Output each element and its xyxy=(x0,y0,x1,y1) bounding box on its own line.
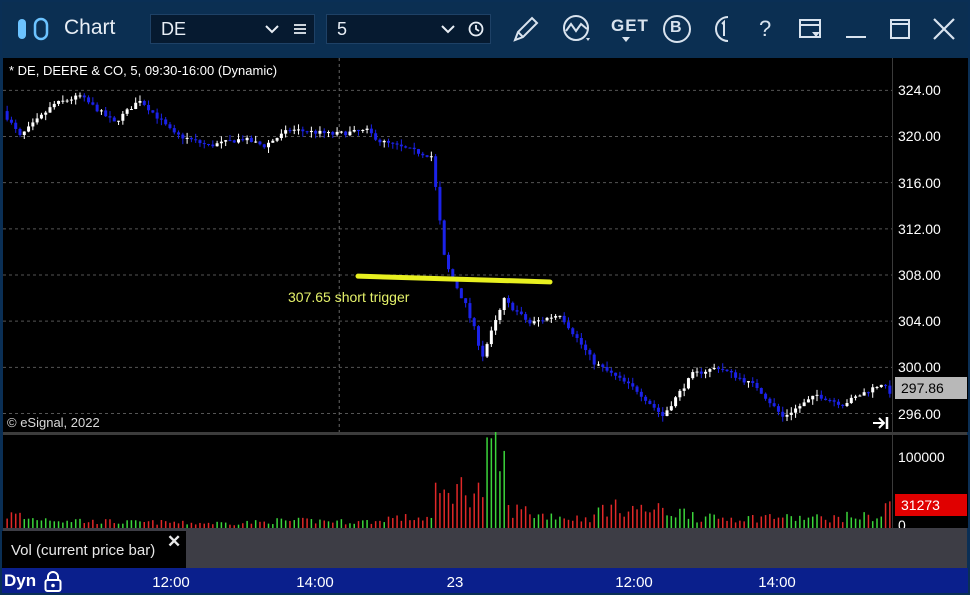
price-tick: 296.00 xyxy=(898,405,941,422)
chevron-down-icon[interactable] xyxy=(439,20,457,38)
annotation-label[interactable]: 307.65 short trigger xyxy=(288,289,409,305)
chevron-down-icon xyxy=(622,37,630,42)
price-tick: 316.00 xyxy=(898,174,941,191)
get-label: GET xyxy=(611,16,649,35)
clock-icon[interactable] xyxy=(467,20,485,38)
get-button[interactable]: GET xyxy=(608,12,648,46)
interval-input[interactable]: 5 xyxy=(337,19,347,40)
time-tick: 14:00 xyxy=(296,574,334,591)
b-label: B xyxy=(670,19,682,36)
scroll-to-end-icon[interactable] xyxy=(872,415,890,431)
list-icon[interactable] xyxy=(291,20,309,38)
chart-app-icon xyxy=(18,17,49,41)
app-title: Chart xyxy=(64,16,116,39)
chevron-down-icon[interactable] xyxy=(263,20,281,38)
b-button[interactable]: B xyxy=(661,12,693,46)
interval-combo[interactable]: 5 xyxy=(326,14,491,44)
time-mode-label[interactable]: Dyn xyxy=(4,571,36,591)
volume-panel-label-text: Vol (current price bar) xyxy=(11,542,156,559)
price-tick: 308.00 xyxy=(898,267,941,283)
chart-header: * DE, DEERE & CO, 5, 09:30-16:00 (Dynami… xyxy=(9,63,278,78)
price-plot-area[interactable] xyxy=(3,58,892,432)
maximize-icon[interactable] xyxy=(884,12,916,46)
volume-panel-label[interactable]: Vol (current price bar) xyxy=(2,531,186,568)
last-price-box: 297.86 xyxy=(895,377,967,399)
price-axis[interactable] xyxy=(892,58,968,432)
price-tick: 304.00 xyxy=(898,313,941,330)
price-tick: 300.00 xyxy=(898,359,941,376)
window-menu-icon[interactable] xyxy=(795,12,827,46)
price-tick: 320.00 xyxy=(898,128,941,145)
time-tick: 12:00 xyxy=(615,574,653,591)
time-axis[interactable] xyxy=(0,568,970,595)
info-icon[interactable] xyxy=(708,12,732,46)
help-label: ? xyxy=(759,16,772,41)
time-tick: 12:00 xyxy=(152,574,190,591)
watermark: © eSignal, 2022 xyxy=(7,415,100,430)
study-icon[interactable] xyxy=(561,12,593,46)
pencil-icon[interactable] xyxy=(510,12,542,46)
time-tick: 23 xyxy=(446,574,464,591)
time-tick: 14:00 xyxy=(758,574,796,591)
price-tick: 324.00 xyxy=(898,82,941,99)
volume-plot-area[interactable] xyxy=(3,435,892,528)
minimize-icon[interactable] xyxy=(840,12,872,46)
volume-tick-top: 100000 xyxy=(898,449,945,465)
symbol-input[interactable]: DE xyxy=(161,19,186,40)
close-icon[interactable] xyxy=(928,12,960,46)
help-button[interactable]: ? xyxy=(750,12,782,46)
price-tick: 312.00 xyxy=(898,220,941,237)
lock-icon[interactable] xyxy=(43,570,63,593)
last-volume-box: 31273 xyxy=(895,494,967,516)
title-bar: Chart DE 5 GET B ? xyxy=(0,0,970,58)
close-icon[interactable]: ✕ xyxy=(167,532,181,552)
symbol-combo[interactable]: DE xyxy=(150,14,315,44)
